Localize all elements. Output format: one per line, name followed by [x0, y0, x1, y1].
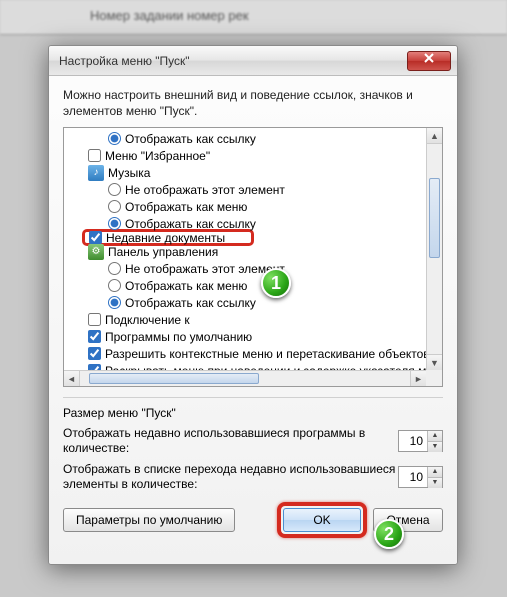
option-row[interactable]: Отображать как меню [64, 198, 426, 215]
close-button[interactable] [407, 51, 451, 71]
radio-music-hide[interactable] [108, 183, 121, 196]
group-label: Панель управления [108, 245, 218, 259]
option-label: Отображать как ссылку [125, 296, 256, 310]
dialog-description: Можно настроить внешний вид и поведение … [63, 88, 443, 119]
checkbox-recent-documents[interactable] [89, 231, 102, 244]
checkbox-context-drag[interactable] [88, 347, 101, 360]
group-music: ♪ Музыка [64, 164, 426, 181]
vertical-scrollbar[interactable]: ▲ ▼ [426, 128, 442, 370]
scroll-up-arrow-icon[interactable]: ▲ [427, 128, 442, 144]
defaults-button[interactable]: Параметры по умолчанию [63, 508, 235, 532]
scroll-thumb[interactable] [429, 178, 440, 258]
options-listbox: Отображать как ссылку Меню "Избранное" ♪… [63, 127, 443, 387]
ok-button-highlight: OK [277, 502, 367, 538]
annotation-badge-2: 2 [374, 519, 404, 549]
start-menu-size-section: Размер меню "Пуск" Отображать недавно ис… [63, 397, 443, 492]
option-row[interactable]: Не отображать этот элемент [64, 181, 426, 198]
option-row[interactable]: Подключение к [64, 311, 426, 328]
option-row[interactable]: Отображать как меню [64, 277, 426, 294]
dialog-title: Настройка меню "Пуск" [59, 54, 407, 68]
radio-cp-link[interactable] [108, 296, 121, 309]
recent-programs-spinner[interactable]: ▲▼ [398, 430, 443, 452]
annotation-badge-1: 1 [261, 268, 291, 298]
group-label: Музыка [108, 166, 150, 180]
radio-display-as-link[interactable] [108, 132, 121, 145]
spin-down-icon[interactable]: ▼ [428, 442, 442, 452]
radio-cp-hide[interactable] [108, 262, 121, 275]
close-icon [424, 53, 434, 63]
recent-programs-input[interactable] [399, 431, 427, 451]
music-icon: ♪ [88, 165, 104, 181]
option-row[interactable]: Отображать как ссылку [64, 130, 426, 147]
radio-cp-menu[interactable] [108, 279, 121, 292]
option-label: Отображать как меню [125, 200, 247, 214]
spin-up-icon[interactable]: ▲ [428, 467, 442, 478]
option-row[interactable]: Отображать как ссылку [64, 215, 426, 232]
option-label: Подключение к [105, 313, 190, 327]
option-row[interactable]: Меню "Избранное" [64, 147, 426, 164]
horizontal-scrollbar[interactable]: ◄ ► [64, 370, 426, 386]
option-label: Программы по умолчанию [105, 330, 252, 344]
jumplist-spinner[interactable]: ▲▼ [398, 466, 443, 488]
jumplist-label: Отображать в списке перехода недавно исп… [63, 462, 398, 492]
radio-music-link[interactable] [108, 217, 121, 230]
scroll-left-arrow-icon[interactable]: ◄ [64, 371, 80, 386]
recent-programs-label: Отображать недавно использовавшиеся прог… [63, 426, 398, 456]
scroll-down-arrow-icon[interactable]: ▼ [427, 354, 442, 370]
titlebar[interactable]: Настройка меню "Пуск" [49, 46, 457, 76]
scroll-thumb[interactable] [89, 373, 259, 384]
checkbox-favorites-menu[interactable] [88, 149, 101, 162]
background-window-header: Номер задании номер рек [0, 0, 507, 35]
spin-up-icon[interactable]: ▲ [428, 431, 442, 442]
option-row[interactable]: Разрешить контекстные меню и перетаскива… [64, 345, 426, 362]
section-title: Размер меню "Пуск" [63, 406, 443, 420]
option-label: Не отображать этот элемент [125, 183, 285, 197]
jumplist-input[interactable] [399, 467, 427, 487]
scroll-corner [426, 370, 442, 386]
option-label: Недавние документы [106, 231, 225, 245]
scroll-right-arrow-icon[interactable]: ► [410, 371, 426, 386]
checkbox-default-programs[interactable] [88, 330, 101, 343]
option-row[interactable]: Отображать как ссылку [64, 294, 426, 311]
option-label: Отображать как ссылку [125, 132, 256, 146]
start-menu-settings-dialog: Настройка меню "Пуск" Можно настроить вн… [48, 45, 458, 565]
option-label: Разрешить контекстные меню и перетаскива… [105, 347, 430, 361]
checkbox-connect-to[interactable] [88, 313, 101, 326]
option-row[interactable]: Не отображать этот элемент [64, 260, 426, 277]
ok-button[interactable]: OK [283, 508, 361, 532]
option-row[interactable]: Программы по умолчанию [64, 328, 426, 345]
option-label: Отображать как меню [125, 279, 247, 293]
group-control-panel: ⚙ Панель управления [64, 243, 426, 260]
option-label: Не отображать этот элемент [125, 262, 285, 276]
radio-music-menu[interactable] [108, 200, 121, 213]
control-panel-icon: ⚙ [88, 244, 104, 260]
option-label: Отображать как ссылку [125, 217, 256, 231]
option-label: Меню "Избранное" [105, 149, 210, 163]
spin-down-icon[interactable]: ▼ [428, 478, 442, 488]
